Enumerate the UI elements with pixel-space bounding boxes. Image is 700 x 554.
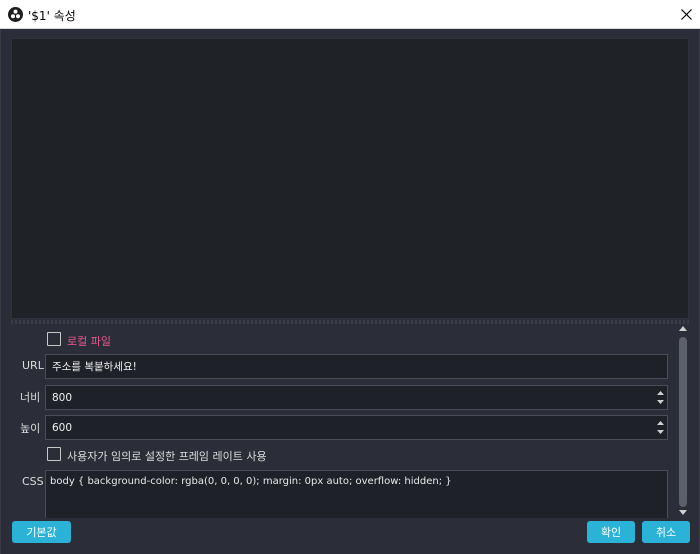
scroll-down-button[interactable] — [677, 507, 689, 517]
chevron-down-icon — [656, 400, 664, 404]
window-title: '$1' 속성 — [28, 9, 76, 23]
chevron-up-icon — [656, 391, 664, 395]
custom-fps-checkbox[interactable] — [47, 447, 61, 461]
url-field[interactable] — [45, 354, 668, 379]
local-file-checkbox[interactable] — [47, 332, 61, 346]
custom-fps-label: 사용자가 임의로 설정한 프레임 레이트 사용 — [67, 450, 267, 463]
url-input[interactable] — [46, 355, 667, 378]
preview-splitter[interactable] — [11, 320, 689, 324]
close-icon — [680, 9, 692, 20]
properties-dialog: 로컬 파일 URL 너비 높이 사용자가 임의로 설정한 프레임 레이트 사용 … — [0, 30, 700, 554]
scroll-up-button[interactable] — [677, 323, 689, 333]
local-file-label: 로컬 파일 — [67, 335, 111, 348]
css-textarea[interactable]: body { background-color: rgba(0, 0, 0, 0… — [45, 470, 668, 518]
chevron-up-icon — [656, 421, 664, 425]
css-label: CSS — [22, 475, 44, 488]
chevron-up-icon — [679, 325, 687, 331]
properties-scrollbar[interactable] — [677, 322, 689, 518]
height-spinbox[interactable] — [45, 415, 668, 440]
width-spinbox[interactable] — [45, 385, 668, 410]
url-label: URL — [22, 359, 44, 372]
chevron-down-icon — [656, 430, 664, 434]
height-decrement-button[interactable] — [655, 427, 665, 437]
width-input[interactable] — [46, 386, 667, 409]
defaults-button[interactable]: 기본값 — [12, 521, 71, 543]
height-label: 높이 — [20, 422, 41, 435]
source-preview — [11, 38, 689, 319]
height-input[interactable] — [46, 416, 667, 439]
scroll-thumb[interactable] — [679, 337, 687, 507]
width-decrement-button[interactable] — [655, 397, 665, 407]
ok-button[interactable]: 확인 — [587, 521, 635, 543]
obs-icon — [8, 7, 23, 22]
title-bar: '$1' 속성 — [0, 0, 700, 29]
cancel-button[interactable]: 취소 — [642, 521, 690, 543]
close-button[interactable] — [672, 0, 700, 29]
chevron-down-icon — [679, 509, 687, 515]
width-label: 너비 — [20, 391, 41, 404]
